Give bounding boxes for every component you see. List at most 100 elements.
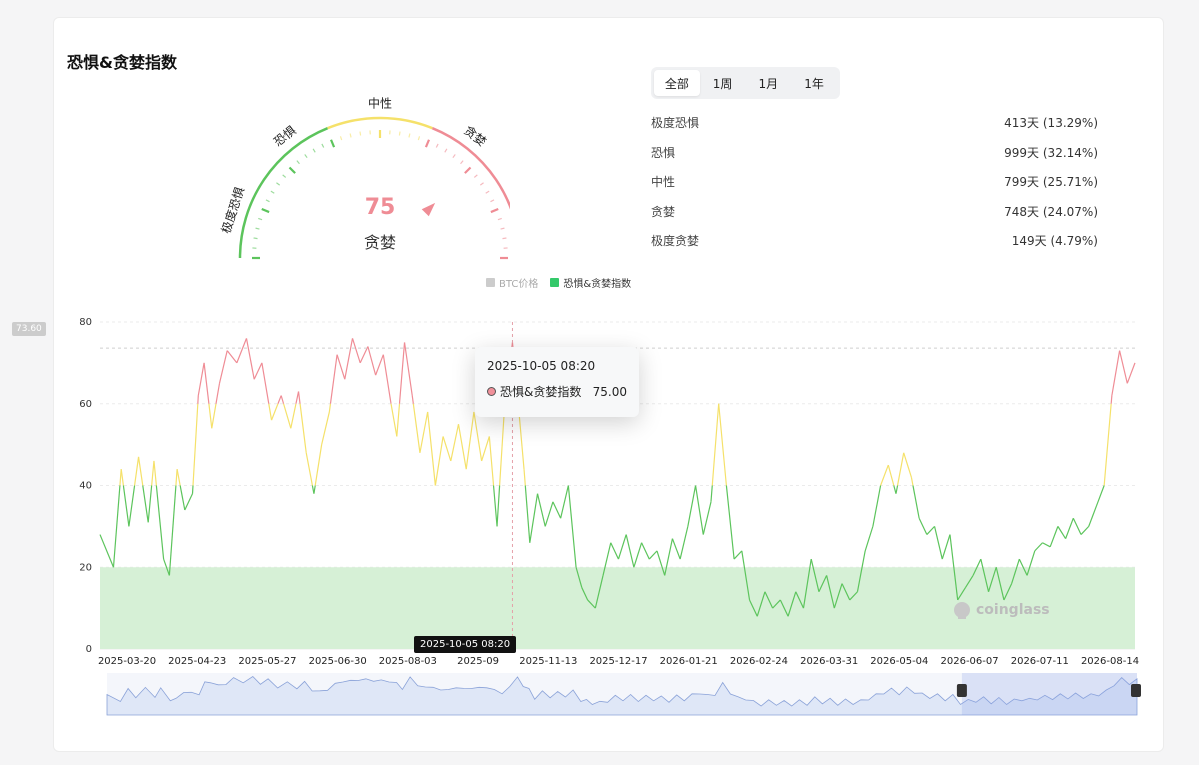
- series-segment: [895, 485, 899, 494]
- series-segment: [633, 542, 643, 568]
- series-segment: [283, 403, 292, 429]
- y-tick-label: 40: [79, 481, 92, 492]
- series-segment: [336, 354, 346, 380]
- series-segment: [184, 493, 194, 511]
- x-tick-label: 2025-09: [457, 656, 499, 667]
- series-segment: [137, 456, 144, 486]
- crosshair-x-label: 2025-10-05 08:20: [414, 636, 517, 653]
- x-tick-label: 2026-07-11: [1011, 656, 1069, 667]
- series-segment: [1080, 525, 1090, 535]
- series-segment: [208, 403, 213, 429]
- series-segment: [488, 436, 495, 486]
- series-segment: [733, 550, 743, 560]
- series-segment: [918, 517, 928, 535]
- series-segment: [560, 485, 569, 519]
- coinglass-watermark: coinglass: [952, 600, 1050, 620]
- series-segment: [297, 391, 301, 404]
- series-segment: [176, 469, 181, 486]
- y-tick-label: 0: [86, 644, 92, 655]
- series-segment: [211, 403, 217, 429]
- series-segment: [398, 342, 406, 404]
- series-segment: [120, 469, 124, 486]
- tooltip-time: 2025-10-05 08:20: [487, 359, 596, 373]
- series-segment: [128, 485, 136, 527]
- series-segment: [427, 411, 436, 486]
- x-tick-label: 2026-05-04: [870, 656, 928, 667]
- series-segment: [941, 534, 951, 560]
- x-tick-label: 2026-02-24: [730, 656, 788, 667]
- series-segment: [465, 411, 475, 470]
- coinglass-logo-icon: [954, 602, 970, 619]
- series-segment: [313, 485, 316, 494]
- series-segment: [492, 485, 498, 527]
- series-segment: [610, 542, 620, 560]
- series-segment: [253, 362, 263, 380]
- y-tick-label: 20: [79, 562, 92, 573]
- series-segment: [203, 362, 210, 404]
- series-segment: [419, 411, 429, 453]
- navigator-handle-left[interactable]: [956, 684, 967, 697]
- series-segment: [153, 460, 157, 486]
- series-segment: [295, 391, 300, 404]
- series-segment: [926, 525, 935, 535]
- series-segment: [168, 485, 177, 576]
- tooltip-row: 恐惧&贪婪指数 75.00: [487, 383, 627, 400]
- series-segment: [718, 403, 727, 486]
- chart-tooltip: 2025-10-05 08:20 恐惧&贪婪指数 75.00: [475, 347, 639, 417]
- series-segment: [215, 383, 221, 404]
- series-segment: [567, 485, 577, 568]
- series-segment: [625, 534, 635, 568]
- series-segment: [552, 501, 562, 519]
- series-segment: [544, 501, 554, 527]
- series-segment: [933, 526, 943, 560]
- series-segment: [442, 436, 452, 462]
- series-segment: [434, 436, 444, 486]
- series-segment: [912, 485, 920, 519]
- series-segment: [617, 534, 627, 560]
- series-segment: [261, 362, 270, 404]
- series-segment: [1072, 517, 1082, 535]
- series-segment: [679, 526, 689, 560]
- series-segment: [1103, 403, 1112, 486]
- series-segment: [155, 485, 165, 560]
- series-segment: [524, 485, 531, 543]
- y-tick-label: 60: [79, 399, 92, 410]
- series-segment: [450, 424, 460, 462]
- series-segment: [694, 485, 704, 535]
- series-segment: [192, 403, 199, 486]
- crosshair-y-label: 73.60: [12, 322, 46, 336]
- series-segment: [390, 403, 398, 437]
- series-segment: [329, 354, 338, 404]
- series-segment: [1118, 350, 1128, 384]
- series-segment: [245, 338, 255, 380]
- series-segment: [236, 338, 248, 364]
- series-segment: [523, 469, 526, 486]
- series-segment: [179, 485, 186, 511]
- series-segment: [412, 403, 421, 453]
- series-segment: [1042, 542, 1051, 548]
- series-segment: [457, 424, 467, 470]
- series-segment: [375, 354, 384, 376]
- x-tick-label: 2025-08-03: [379, 656, 437, 667]
- series-segment: [481, 436, 490, 462]
- series-segment: [1095, 485, 1105, 507]
- series-segment: [122, 485, 130, 527]
- series-segment: [1049, 526, 1059, 548]
- series-segment: [290, 403, 297, 429]
- series-segment: [1088, 505, 1098, 527]
- x-tick-label: 2026-01-21: [660, 656, 718, 667]
- x-tick-label: 2025-06-30: [309, 656, 367, 667]
- navigator-handle-right[interactable]: [1131, 684, 1141, 697]
- series-segment: [147, 485, 153, 523]
- series-segment: [711, 403, 720, 486]
- series-segment: [218, 350, 228, 384]
- series-segment: [197, 362, 205, 396]
- series-segment: [473, 411, 483, 462]
- series-segment: [1034, 542, 1043, 552]
- series-segment: [305, 452, 313, 486]
- y-tick-label: 80: [79, 317, 92, 328]
- x-tick-label: 2025-12-17: [589, 656, 647, 667]
- navigator-window[interactable]: [961, 673, 1137, 715]
- series-segment: [314, 444, 323, 486]
- series-segment: [367, 346, 377, 376]
